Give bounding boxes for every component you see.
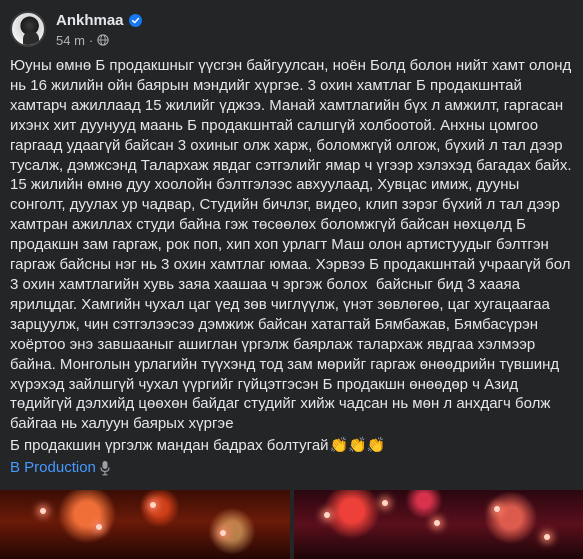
closing-text: Б продакшин үргэлж мандан бадрах болтуга… xyxy=(10,437,329,454)
globe-icon[interactable] xyxy=(97,34,109,46)
author-name[interactable]: Ankhmaa xyxy=(56,12,124,29)
post-header: Ankhmaa 54 m · xyxy=(10,7,142,51)
post-body-text: Юуны өмнө Б продакшныг үүсгэн байгуулсан… xyxy=(10,57,576,433)
post-timestamp[interactable]: 54 m xyxy=(56,33,85,48)
post-photo-stage-left[interactable] xyxy=(0,490,290,559)
microphone-icon xyxy=(100,461,110,476)
post-photo-stage-right[interactable] xyxy=(293,490,583,559)
meta-separator: · xyxy=(88,32,94,48)
post-photo-grid xyxy=(0,490,583,559)
hashtag-row: B Production xyxy=(10,458,111,478)
verified-badge-icon xyxy=(128,13,142,27)
hashtag-link[interactable]: B Production xyxy=(10,458,96,478)
author-avatar[interactable] xyxy=(10,11,46,47)
author-row: Ankhmaa xyxy=(56,10,142,30)
facebook-post: Ankhmaa 54 m · Юуны өмнө Б продакшныг үү… xyxy=(0,0,583,559)
post-time-row: 54 m · xyxy=(56,32,142,48)
post-closing-line: Б продакшин үргэлж мандан бадрах болтуга… xyxy=(10,436,576,456)
post-meta: Ankhmaa 54 m · xyxy=(56,10,142,48)
clapping-hands-emoji: 👏👏👏 xyxy=(329,437,386,454)
